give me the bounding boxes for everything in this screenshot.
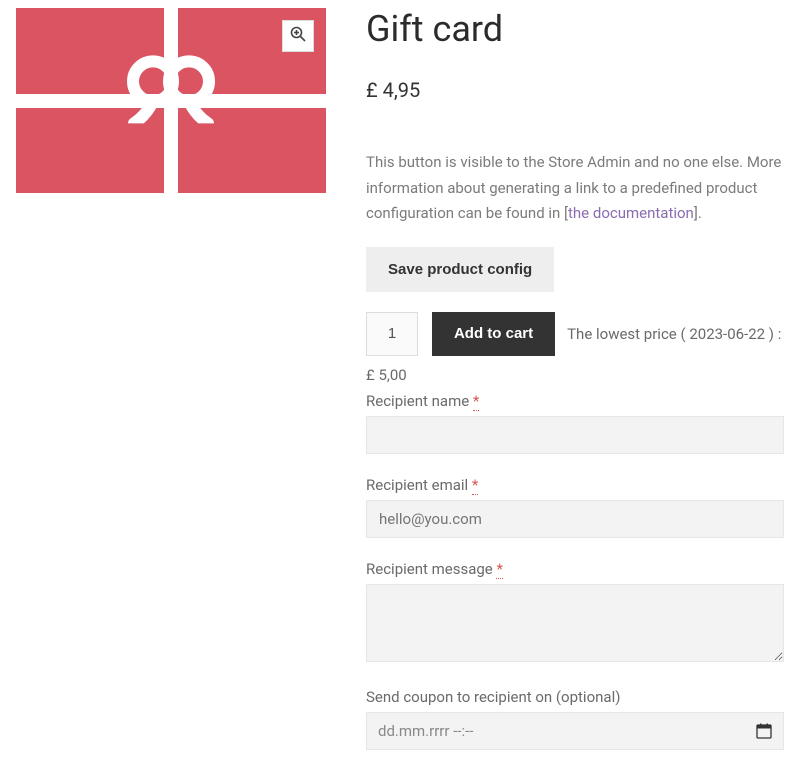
recipient-message-label-text: Recipient message (366, 560, 496, 578)
recipient-name-field: Recipient name * (366, 392, 784, 454)
cart-row: Add to cart The lowest price ( 2023-06-2… (366, 312, 784, 356)
product-price: £ 4,95 (366, 78, 784, 102)
required-asterisk: * (473, 392, 479, 411)
quantity-input[interactable] (366, 312, 418, 356)
admin-note: This button is visible to the Store Admi… (366, 150, 784, 227)
recipient-email-input[interactable] (366, 500, 784, 538)
send-date-input[interactable] (366, 712, 784, 750)
product-image[interactable] (16, 8, 326, 193)
recipient-message-label: Recipient message * (366, 560, 784, 578)
zoom-button[interactable] (282, 20, 314, 52)
save-product-config-button[interactable]: Save product config (366, 247, 554, 292)
admin-note-suffix: ]. (694, 204, 702, 222)
required-asterisk: * (496, 560, 502, 579)
recipient-email-label: Recipient email * (366, 476, 784, 494)
product-image-column (16, 8, 326, 772)
product-title: Gift card (366, 8, 784, 50)
add-to-cart-button[interactable]: Add to cart (432, 312, 555, 356)
zoom-icon (290, 26, 306, 47)
recipient-name-input[interactable] (366, 416, 784, 454)
send-date-field: Send coupon to recipient on (optional) d… (366, 688, 784, 750)
lowest-price-label: The lowest price ( 2023-06-22 ) : (567, 325, 781, 343)
bow-icon (116, 53, 226, 123)
product-info-column: Gift card £ 4,95 This button is visible … (366, 8, 784, 772)
required-asterisk: * (472, 476, 478, 495)
recipient-message-input[interactable] (366, 584, 784, 662)
recipient-message-field: Recipient message * (366, 560, 784, 666)
recipient-email-label-text: Recipient email (366, 476, 472, 494)
lowest-price-value: £ 5,00 (366, 366, 784, 384)
documentation-link[interactable]: the documentation (568, 204, 694, 222)
recipient-name-label: Recipient name * (366, 392, 784, 410)
recipient-name-label-text: Recipient name (366, 392, 473, 410)
send-date-label: Send coupon to recipient on (optional) (366, 688, 784, 706)
recipient-email-field: Recipient email * (366, 476, 784, 538)
